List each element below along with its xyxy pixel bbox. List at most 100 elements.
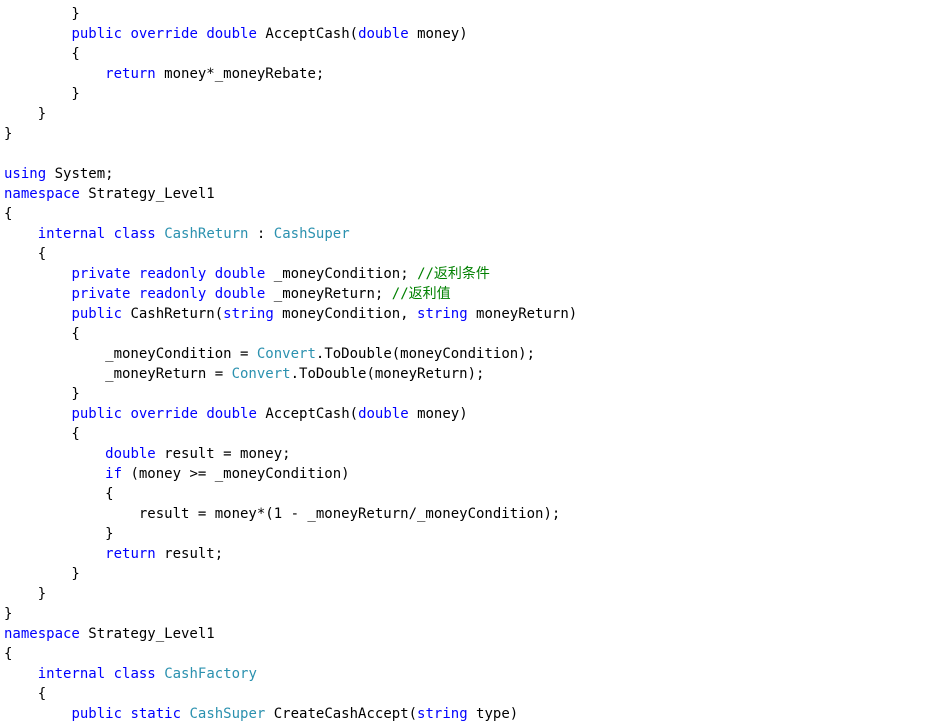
code-type-name: CashSuper xyxy=(273,226,350,242)
code-text: money) xyxy=(408,26,468,42)
code-text: type) xyxy=(467,706,519,722)
code-type-name: Convert xyxy=(256,346,316,362)
code-text: { xyxy=(4,686,47,702)
code-line: { xyxy=(4,244,46,264)
code-text: } xyxy=(4,586,47,602)
code-text: } xyxy=(4,566,80,582)
code-text: { xyxy=(4,326,80,342)
code-text: CashReturn( xyxy=(122,306,224,322)
code-text: AcceptCash( xyxy=(256,406,359,422)
code-keyword: class xyxy=(113,226,156,242)
code-keyword: internal xyxy=(37,226,106,242)
code-line: result = money*(1 - _moneyReturn/_moneyC… xyxy=(4,504,560,524)
code-line: internal class CashReturn : CashSuper xyxy=(4,224,350,244)
code-keyword: namespace xyxy=(4,626,80,642)
code-keyword: readonly xyxy=(138,286,207,302)
code-keyword: private xyxy=(71,286,131,302)
code-keyword: public xyxy=(71,26,123,42)
code-line: _moneyReturn = Convert.ToDouble(moneyRet… xyxy=(4,364,484,384)
code-text: } xyxy=(4,106,47,122)
code-line: namespace Strategy_Level1 xyxy=(4,184,215,204)
code-line: public CashReturn(string moneyCondition,… xyxy=(4,304,577,324)
code-text: _moneyReturn; xyxy=(265,286,392,302)
code-text: result = money; xyxy=(155,446,291,462)
code-line: return result; xyxy=(4,544,223,564)
code-text: } xyxy=(4,126,13,142)
code-keyword: double xyxy=(206,406,257,422)
code-text: } xyxy=(4,386,80,402)
code-text: Strategy_Level1 xyxy=(79,626,215,642)
code-line: } xyxy=(4,104,46,124)
code-line: } xyxy=(4,564,80,584)
code-text: result = money*(1 - _moneyReturn/_moneyC… xyxy=(4,506,561,522)
code-keyword: public xyxy=(71,406,123,422)
code-line: public override double AcceptCash(double… xyxy=(4,404,468,424)
code-text: AcceptCash( xyxy=(256,26,359,42)
code-text: CreateCashAccept( xyxy=(265,706,418,722)
code-line: } xyxy=(4,124,12,144)
code-line: using System; xyxy=(4,164,114,184)
code-keyword: double xyxy=(358,406,409,422)
code-line: { xyxy=(4,684,46,704)
code-keyword: if xyxy=(105,466,123,482)
code-type-name: Convert xyxy=(231,366,291,382)
code-keyword: string xyxy=(223,306,274,322)
code-text: _moneyCondition; xyxy=(265,266,418,282)
code-line: return money*_moneyRebate; xyxy=(4,64,324,84)
code-line: { xyxy=(4,644,12,664)
code-keyword: override xyxy=(130,26,198,42)
code-text: } xyxy=(4,526,114,542)
code-line: if (money >= _moneyCondition) xyxy=(4,464,350,484)
code-line: } xyxy=(4,604,12,624)
code-line: internal class CashFactory xyxy=(4,664,257,684)
code-editor[interactable]: } public override double AcceptCash(doub… xyxy=(0,0,930,728)
code-line: public override double AcceptCash(double… xyxy=(4,24,468,44)
code-keyword: string xyxy=(417,706,468,722)
code-text: (money >= _moneyCondition) xyxy=(122,466,350,482)
code-keyword: double xyxy=(214,266,266,282)
code-text: { xyxy=(4,206,13,222)
code-text: _moneyReturn = xyxy=(4,366,232,382)
code-comment: //返利值 xyxy=(391,286,451,302)
code-line: } xyxy=(4,4,79,24)
code-keyword: private xyxy=(71,266,131,282)
code-text: { xyxy=(4,426,80,442)
code-text: .ToDouble(moneyCondition); xyxy=(315,346,536,362)
code-line: } xyxy=(4,524,114,544)
code-line: } xyxy=(4,84,80,104)
code-type-name: CashFactory xyxy=(164,666,257,682)
code-keyword: double xyxy=(214,286,266,302)
code-text: money*_moneyRebate; xyxy=(155,66,325,82)
code-keyword: return xyxy=(105,546,156,562)
code-line: { xyxy=(4,424,80,444)
code-text: money) xyxy=(408,406,468,422)
code-type-name: CashReturn xyxy=(164,226,249,242)
code-text: { xyxy=(4,46,80,62)
code-text: } xyxy=(4,86,80,102)
code-keyword: double xyxy=(105,446,156,462)
code-keyword: public xyxy=(71,706,123,722)
code-text: result; xyxy=(155,546,224,562)
code-text: moneyCondition, xyxy=(273,306,418,322)
code-keyword: override xyxy=(130,406,198,422)
code-line: { xyxy=(4,44,80,64)
code-keyword: class xyxy=(113,666,156,682)
code-line: } xyxy=(4,584,46,604)
code-line: { xyxy=(4,484,113,504)
code-keyword: readonly xyxy=(138,266,207,282)
code-text: : xyxy=(248,226,274,242)
